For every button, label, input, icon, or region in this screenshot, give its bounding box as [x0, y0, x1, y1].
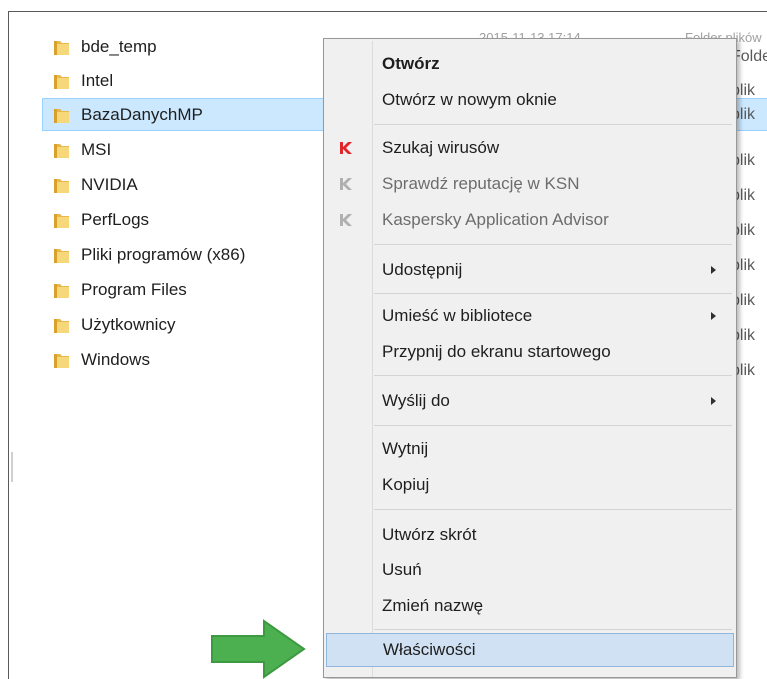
menu-separator	[374, 629, 732, 630]
menu-separator	[374, 375, 732, 376]
menu-item-label: Udostępnij	[382, 260, 463, 279]
menu-item-label: Umieść w bibliotece	[382, 306, 533, 325]
file-name: bde_temp	[81, 36, 157, 56]
menu-item-include-library[interactable]: Umieść w bibliotece	[326, 299, 734, 333]
menu-item-share[interactable]: Udostępnij	[326, 253, 734, 287]
file-name: NVIDIA	[81, 174, 138, 194]
file-row-perflogs[interactable]: PerfLogs	[43, 203, 343, 236]
menu-item-label: Kopiuj	[382, 475, 430, 494]
file-row-bde-temp[interactable]: bde_temp	[43, 30, 343, 63]
file-name: MSI	[81, 139, 112, 159]
menu-item-rename[interactable]: Zmień nazwę	[326, 589, 734, 623]
file-row-windows[interactable]: Windows	[43, 343, 343, 376]
file-name: Intel	[81, 70, 114, 90]
folder-icon	[54, 143, 69, 158]
menu-item-label: Otwórz	[382, 54, 440, 73]
file-row-bazadanychmp[interactable]: BazaDanychMP	[42, 98, 338, 131]
menu-item-cut[interactable]: Wytnij	[326, 432, 734, 466]
file-row-pliki-programow[interactable]: Pliki programów (x86)	[43, 238, 343, 271]
menu-item-check-reputation[interactable]: Sprawdź reputację w KSN	[326, 167, 734, 201]
menu-item-open-new-window[interactable]: Otwórz w nowym oknie	[326, 83, 734, 117]
file-row-intel[interactable]: Intel	[43, 64, 343, 97]
menu-item-label: Szukaj wirusów	[382, 138, 500, 157]
kaspersky-icon	[340, 214, 352, 226]
file-name: Pliki programów (x86)	[81, 244, 246, 264]
menu-separator	[374, 293, 732, 294]
folder-icon	[54, 353, 69, 368]
file-name: BazaDanychMP	[81, 104, 203, 124]
menu-item-label: Otwórz w nowym oknie	[382, 90, 557, 109]
file-row-msi[interactable]: MSI	[43, 133, 343, 166]
menu-item-scan-viruses[interactable]: Szukaj wirusów	[326, 131, 734, 165]
file-name: Użytkownicy	[81, 314, 176, 334]
chevron-right-icon	[711, 397, 716, 405]
context-menu: Otwórz Otwórz w nowym oknie Szukaj wirus…	[323, 38, 737, 678]
kaspersky-icon	[340, 178, 352, 190]
file-name: Program Files	[81, 279, 187, 299]
folder-icon	[54, 213, 69, 228]
menu-separator	[374, 425, 732, 426]
menu-item-kaspersky-advisor[interactable]: Kaspersky Application Advisor	[326, 203, 734, 237]
menu-item-copy[interactable]: Kopiuj	[326, 468, 734, 502]
menu-separator	[374, 124, 732, 125]
menu-item-label: Utwórz skrót	[382, 525, 477, 544]
file-row-nvidia[interactable]: NVIDIA	[43, 168, 343, 201]
menu-item-label: Wytnij	[382, 439, 429, 458]
folder-icon	[54, 248, 69, 263]
menu-item-open[interactable]: Otwórz	[326, 47, 734, 81]
menu-item-label: Zmień nazwę	[382, 596, 484, 615]
menu-item-send-to[interactable]: Wyślij do	[326, 384, 734, 418]
pane-divider	[11, 452, 13, 482]
chevron-right-icon	[711, 266, 716, 274]
chevron-right-icon	[711, 312, 716, 320]
green-arrow-icon	[211, 619, 306, 679]
menu-item-label: Wyślij do	[382, 391, 450, 410]
menu-item-create-shortcut[interactable]: Utwórz skrót	[326, 518, 734, 552]
folder-icon	[54, 318, 69, 333]
folder-icon	[54, 40, 69, 55]
menu-item-pin-start[interactable]: Przypnij do ekranu startowego	[326, 335, 734, 369]
file-row-program-files[interactable]: Program Files	[43, 273, 343, 306]
folder-icon	[54, 283, 69, 298]
folder-icon	[54, 74, 69, 89]
folder-icon	[54, 178, 69, 193]
file-name: PerfLogs	[81, 209, 150, 229]
menu-item-properties[interactable]: Właściwości	[326, 633, 734, 667]
menu-item-label: Usuń	[382, 560, 422, 579]
folder-icon	[54, 108, 69, 123]
file-row-uzytkownicy[interactable]: Użytkownicy	[43, 308, 343, 341]
menu-item-label: Kaspersky Application Advisor	[382, 210, 609, 229]
menu-separator	[374, 509, 732, 510]
menu-item-label: Sprawdź reputację w KSN	[382, 174, 580, 193]
menu-separator	[374, 244, 732, 245]
menu-item-label: Właściwości	[383, 640, 476, 659]
menu-item-label: Przypnij do ekranu startowego	[382, 342, 611, 361]
menu-item-delete[interactable]: Usuń	[326, 553, 734, 587]
kaspersky-icon	[340, 142, 352, 154]
file-name: Windows	[81, 349, 150, 369]
